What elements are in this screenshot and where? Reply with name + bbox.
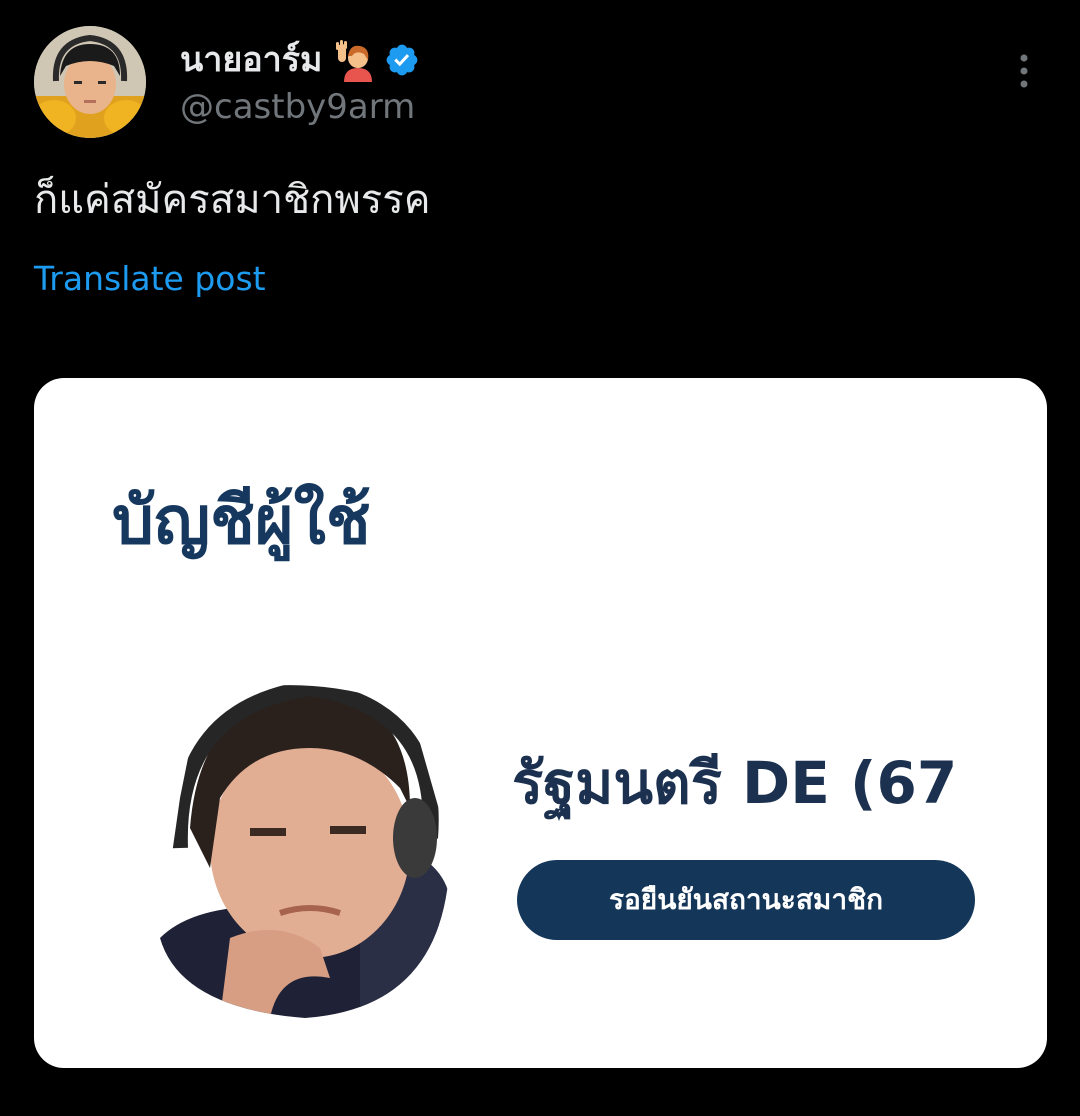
avatar-photo [34,26,146,138]
author-display-name[interactable]: นายอาร์ม [180,36,322,84]
post-text: ก็แค่สมัครสมาชิกพรรค [34,177,431,223]
member-name: รัฐมนตรี DE (67 [512,749,958,817]
profile-photo [160,685,450,1018]
author-avatar[interactable] [34,26,146,138]
verified-badge-icon[interactable] [384,42,420,78]
author-name-row: นายอาร์ม [180,36,420,84]
post-media-image[interactable]: บัญชีผู้ใช้ รัฐมนตรี DE (67 รอยืนยันสถาน… [34,378,1047,1068]
account-title: บัญชีผู้ใช้ [112,482,371,559]
author-handle[interactable]: @castby9arm [180,84,415,130]
membership-status-badge: รอยืนยันสถานะสมาชิก [517,860,975,940]
more-vertical-icon[interactable] [1004,50,1044,92]
translate-post-link[interactable]: Translate post [34,256,266,302]
person-raising-hand-icon [336,40,373,82]
